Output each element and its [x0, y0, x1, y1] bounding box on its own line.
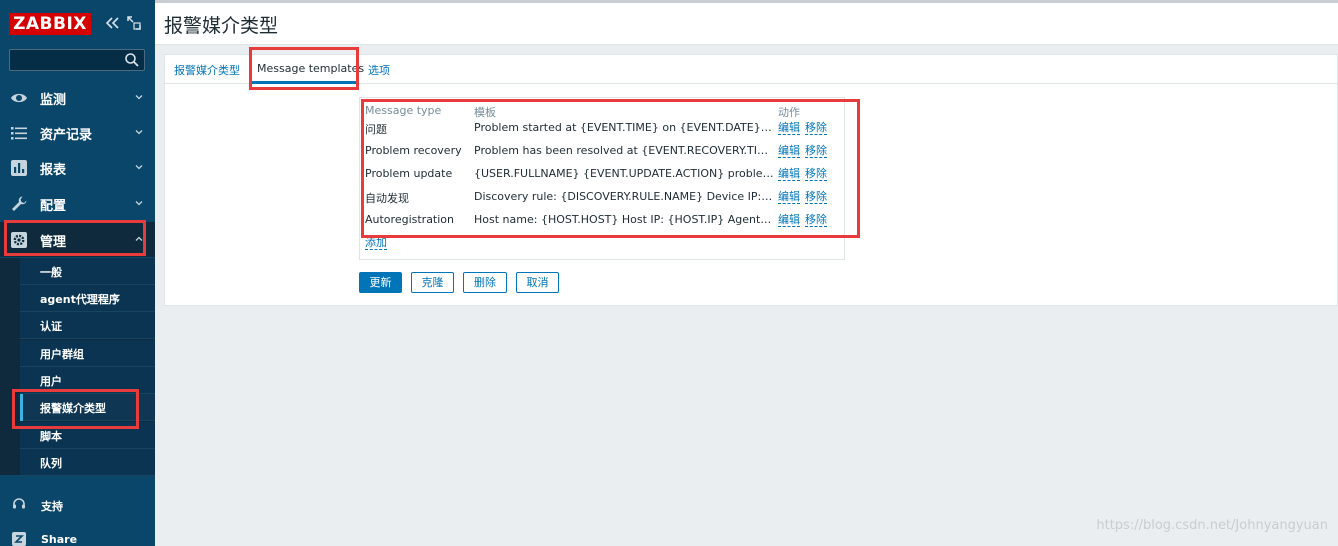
menu-monitoring[interactable]: 监测 — [0, 80, 155, 115]
wrench-icon — [12, 196, 27, 211]
headset-icon — [13, 498, 25, 509]
submenu-label: 用户 — [40, 375, 62, 388]
delete-button[interactable]: 删除 — [463, 272, 507, 293]
submenu-queue[interactable]: 队列 — [20, 449, 155, 476]
menu-configuration[interactable]: 配置 — [0, 186, 155, 221]
zabbix-logo[interactable]: ZABBIX — [9, 13, 91, 35]
share-z-icon — [12, 532, 26, 546]
search-input[interactable] — [10, 50, 122, 70]
menu-share[interactable]: Share — [0, 525, 155, 546]
update-button[interactable]: 更新 — [359, 272, 402, 293]
submenu-label: agent代理程序 — [40, 293, 120, 306]
menu-inventory[interactable]: 资产记录 — [0, 115, 155, 150]
bar-chart-icon — [11, 160, 27, 176]
cancel-button[interactable]: 取消 — [516, 272, 559, 293]
submenu-label: 队列 — [40, 457, 62, 470]
menu-label: 报表 — [40, 163, 67, 178]
eye-icon — [11, 93, 27, 103]
menu-label: 监测 — [40, 93, 67, 108]
clone-button[interactable]: 克隆 — [411, 272, 454, 293]
menu-label: 支持 — [41, 500, 63, 513]
menu-label: 资产记录 — [40, 128, 93, 143]
menu-support[interactable]: 支持 — [0, 490, 155, 520]
list-icon — [11, 127, 27, 140]
chevron-down-icon — [135, 95, 143, 100]
search-box — [9, 49, 145, 71]
chevron-down-icon — [135, 201, 143, 206]
chevron-down-icon — [135, 130, 143, 135]
tab-options[interactable]: 选项 — [368, 62, 390, 78]
menu-label: Share — [41, 533, 78, 546]
menu-label: 配置 — [40, 199, 67, 214]
sidebar-header: ZABBIX — [0, 0, 155, 46]
submenu-proxies[interactable]: agent代理程序 — [20, 285, 155, 312]
page-title: 报警媒介类型 — [164, 15, 279, 37]
collapse-sidebar-icon[interactable] — [104, 14, 120, 32]
annotation-box-tab — [249, 47, 359, 90]
submenu-label: 认证 — [40, 320, 62, 333]
sidebar: ZABBIX 监测 资产记录 报表 配置 管理 一般 agent代理程序 认证 … — [0, 0, 155, 546]
search-icon[interactable] — [124, 52, 140, 68]
menu-reports[interactable]: 报表 — [0, 150, 155, 185]
chevron-down-icon — [135, 165, 143, 170]
submenu-label: 用户群组 — [40, 348, 84, 361]
annotation-box-admin — [4, 220, 146, 256]
kiosk-mode-icon[interactable] — [126, 15, 142, 31]
submenu-authentication[interactable]: 认证 — [20, 312, 155, 339]
watermark: https://blog.csdn.net/Johnyangyuan — [1096, 518, 1328, 533]
tab-media-type[interactable]: 报警媒介类型 — [174, 62, 240, 78]
page-header: 报警媒介类型 — [155, 3, 1338, 45]
administration-submenu: 一般 agent代理程序 认证 用户群组 用户 报警媒介类型 脚本 队列 — [0, 258, 155, 476]
add-template-link[interactable]: 添加 — [365, 236, 387, 250]
annotation-box-media-types — [12, 389, 139, 429]
submenu-user-groups[interactable]: 用户群组 — [20, 340, 155, 367]
submenu-label: 脚本 — [40, 430, 62, 443]
submenu-label: 一般 — [40, 266, 62, 279]
submenu-general[interactable]: 一般 — [20, 258, 155, 285]
annotation-box-table — [361, 99, 860, 238]
